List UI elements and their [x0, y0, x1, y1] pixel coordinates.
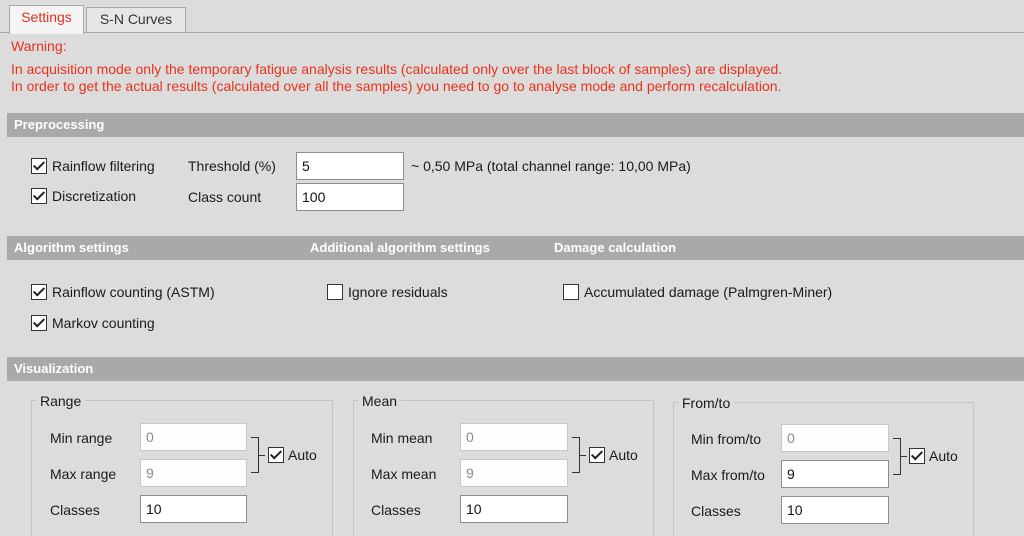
max-fromto-input[interactable] [781, 460, 889, 488]
tab-settings[interactable]: Settings [9, 5, 84, 34]
algorithm-header: Algorithm settings Additional algorithm … [7, 236, 1024, 260]
class-count-input[interactable] [296, 183, 404, 211]
mean-auto-check-icon [589, 447, 605, 463]
mean-auto-checkbox[interactable]: Auto [589, 445, 638, 465]
additional-algorithm-settings-title: Additional algorithm settings [310, 240, 490, 255]
algorithm-settings-title: Algorithm settings [14, 240, 129, 255]
rainflow-counting-label: Rainflow counting (ASTM) [52, 284, 215, 300]
min-fromto-input[interactable] [781, 424, 889, 452]
min-mean-label: Min mean [371, 430, 433, 446]
mean-classes-label: Classes [371, 502, 421, 518]
range-group-title: Range [36, 393, 86, 409]
fromto-auto-label: Auto [929, 448, 958, 464]
accumulated-damage-box-icon [563, 284, 579, 300]
tab-sn-curves[interactable]: S-N Curves [86, 7, 186, 32]
tab-bar-divider [0, 32, 1024, 33]
accumulated-damage-checkbox[interactable]: Accumulated damage (Palmgren-Miner) [563, 282, 832, 302]
mean-group-title: Mean [358, 393, 402, 409]
fromto-auto-check-icon [909, 448, 925, 464]
rainflow-counting-check-icon [31, 284, 47, 300]
range-auto-label: Auto [288, 447, 317, 463]
threshold-note: ~ 0,50 MPa (total channel range: 10,00 M… [411, 158, 691, 174]
preprocessing-title: Preprocessing [14, 117, 105, 132]
rainflow-counting-checkbox[interactable]: Rainflow counting (ASTM) [31, 282, 215, 302]
discretization-checkbox[interactable]: Discretization [31, 186, 136, 206]
range-bracket-tick [259, 455, 265, 456]
rainflow-filtering-check-icon [31, 158, 47, 174]
markov-counting-label: Markov counting [52, 315, 155, 331]
range-classes-input[interactable] [140, 495, 247, 523]
visualization-header: Visualization [7, 357, 1024, 381]
fromto-auto-checkbox[interactable]: Auto [909, 446, 958, 466]
warning-title: Warning: [11, 38, 67, 54]
visualization-title: Visualization [14, 361, 94, 376]
range-auto-check-icon [268, 447, 284, 463]
threshold-input[interactable] [296, 152, 404, 180]
range-classes-label: Classes [50, 502, 100, 518]
mean-bracket-tick [580, 455, 586, 456]
ignore-residuals-label: Ignore residuals [348, 284, 448, 300]
min-range-label: Min range [50, 430, 113, 446]
class-count-label: Class count [188, 189, 262, 205]
fromto-classes-label: Classes [691, 503, 741, 519]
mean-bracket [572, 437, 580, 473]
range-auto-checkbox[interactable]: Auto [268, 445, 317, 465]
max-mean-input[interactable] [460, 459, 568, 487]
fromto-group-title: From/to [678, 395, 735, 411]
discretization-check-icon [31, 188, 47, 204]
preprocessing-header: Preprocessing [7, 113, 1024, 137]
rainflow-filtering-checkbox[interactable]: Rainflow filtering [31, 156, 155, 176]
min-range-input[interactable] [140, 423, 247, 451]
max-mean-label: Max mean [371, 466, 437, 482]
ignore-residuals-box-icon [327, 284, 343, 300]
max-range-label: Max range [50, 466, 117, 482]
markov-counting-checkbox[interactable]: Markov counting [31, 313, 155, 333]
damage-calculation-title: Damage calculation [554, 240, 677, 255]
warning-line-2: In order to get the actual results (calc… [11, 78, 782, 94]
warning-line-1: In acquisition mode only the temporary f… [11, 61, 783, 77]
range-bracket [251, 437, 259, 473]
threshold-label: Threshold (%) [188, 158, 276, 174]
fromto-bracket-tick [901, 456, 907, 457]
ignore-residuals-checkbox[interactable]: Ignore residuals [327, 282, 448, 302]
tab-bar: Settings S-N Curves [0, 0, 1024, 34]
markov-counting-check-icon [31, 315, 47, 331]
max-range-input[interactable] [140, 459, 247, 487]
discretization-label: Discretization [52, 188, 137, 204]
mean-classes-input[interactable] [460, 495, 568, 523]
min-mean-input[interactable] [460, 423, 568, 451]
max-fromto-label: Max from/to [691, 467, 765, 483]
accumulated-damage-label: Accumulated damage (Palmgren-Miner) [584, 284, 833, 300]
rainflow-filtering-label: Rainflow filtering [52, 158, 155, 174]
mean-auto-label: Auto [609, 447, 638, 463]
fromto-bracket [893, 438, 901, 475]
fromto-classes-input[interactable] [781, 496, 889, 524]
min-fromto-label: Min from/to [691, 431, 762, 447]
